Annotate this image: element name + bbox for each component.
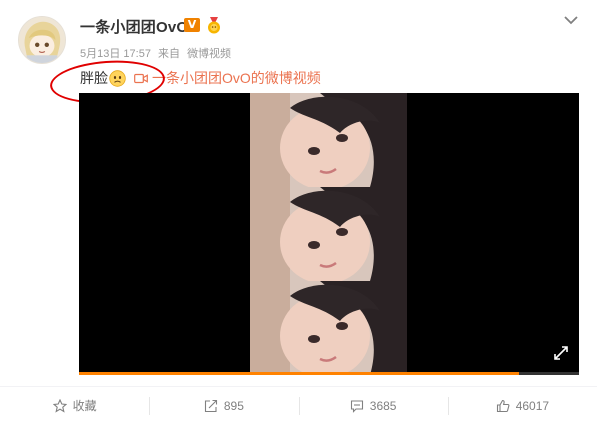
- like-button[interactable]: 46017: [447, 387, 597, 424]
- comment-button[interactable]: 3685: [298, 387, 448, 424]
- comment-count: 3685: [369, 398, 397, 413]
- chevron-down-icon[interactable]: [563, 14, 579, 26]
- video-camera-icon: [134, 73, 148, 83]
- video-link[interactable]: 一条小团团OvO的微博视频: [134, 68, 321, 88]
- post-body: 胖脸: [80, 70, 108, 86]
- expand-icon[interactable]: [553, 345, 569, 361]
- repost-count: 895: [223, 398, 244, 413]
- share-icon: [204, 399, 217, 412]
- video-progress-bar[interactable]: [79, 372, 579, 375]
- video-progress-fill: [79, 372, 519, 375]
- post-source[interactable]: 微博视频: [187, 48, 231, 60]
- action-bar: 收藏 895 3685 46017: [0, 386, 597, 424]
- favorite-label: 收藏: [72, 399, 97, 413]
- comment-icon: [350, 399, 363, 413]
- video-frame-2: [250, 187, 407, 281]
- post-timestamp[interactable]: 5月13日 17:57: [80, 48, 151, 60]
- post-meta: 5月13日 17:57 来自 微博视频: [80, 45, 235, 61]
- username[interactable]: 一条小团团OvO: [80, 16, 188, 37]
- sad-face-icon: [109, 69, 126, 87]
- video-frame-3: [250, 281, 407, 375]
- video-link-label[interactable]: 一条小团团OvO的微博视频: [152, 68, 321, 88]
- weibo-post-card: 一条小团团OvO V 5月13日 17:57 来自 微博视频 胖脸 一条小团团O…: [0, 0, 597, 424]
- verified-badge: V: [184, 18, 200, 32]
- source-prefix: 来自: [158, 48, 180, 60]
- favorite-button[interactable]: 收藏: [0, 387, 149, 424]
- thumbs-up-icon: [496, 399, 510, 412]
- video-player[interactable]: [79, 93, 579, 375]
- star-icon: [52, 398, 67, 413]
- repost-button[interactable]: 895: [149, 387, 298, 424]
- like-count: 46017: [515, 398, 550, 413]
- video-frame-1: [250, 93, 407, 187]
- avatar[interactable]: [18, 16, 66, 64]
- post-text: 胖脸 一条小团团OvO的微博视频: [80, 68, 321, 88]
- medal-icon[interactable]: [204, 15, 224, 35]
